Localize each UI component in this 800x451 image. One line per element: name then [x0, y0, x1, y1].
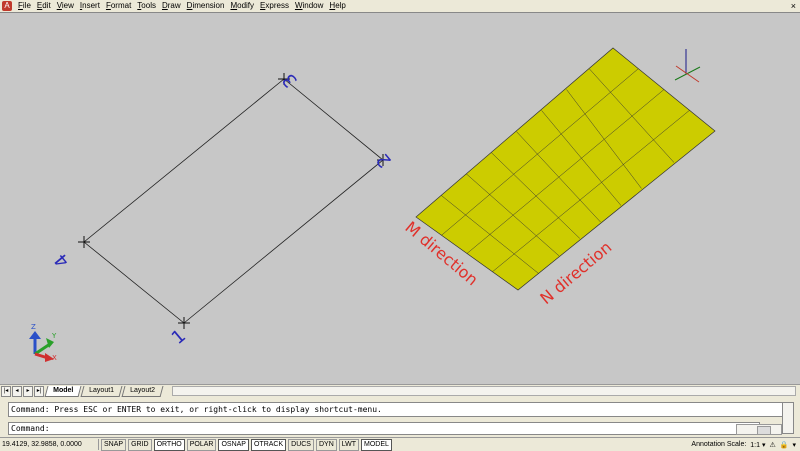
tab-layout1[interactable]: Layout1: [80, 385, 123, 397]
surface-mesh[interactable]: [415, 47, 716, 291]
close-icon[interactable]: ×: [791, 0, 796, 12]
point-marker-4: [78, 236, 90, 248]
annotation-visibility-icon[interactable]: ⚠: [769, 441, 775, 449]
grid-toggle[interactable]: GRID: [128, 438, 152, 451]
horizontal-scrollbar[interactable]: [172, 386, 796, 396]
autocad-app-icon[interactable]: A: [2, 1, 12, 11]
osnap-toggle[interactable]: OSNAP: [218, 438, 249, 451]
first-tab-button[interactable]: |◂: [1, 385, 11, 397]
surface-fill[interactable]: [415, 47, 716, 291]
tab-layout2[interactable]: Layout2: [121, 385, 164, 397]
menu-help[interactable]: Help: [326, 0, 348, 12]
tab-model-label: Model: [53, 386, 74, 394]
rectangle-outline[interactable]: [83, 78, 384, 324]
lock-icon[interactable]: 🔒: [780, 441, 789, 449]
scroll-thumb[interactable]: [757, 426, 771, 435]
snap-toggle[interactable]: SNAP: [101, 438, 127, 451]
menu-draw[interactable]: Draw: [159, 0, 184, 12]
last-tab-button[interactable]: ▸|: [34, 385, 44, 397]
ucs-z-label: Z: [31, 323, 36, 331]
drawing-viewport[interactable]: 1 2 3 4 M direction N direction Z Y X: [0, 12, 800, 385]
menu-view[interactable]: View: [54, 0, 77, 12]
menu-insert[interactable]: Insert: [77, 0, 103, 12]
point-label-1: 1: [168, 325, 190, 348]
annotation-scale: Annotation Scale: 1:1 ▾ ⚠ 🔒 ▾: [687, 441, 800, 449]
coordinate-readout: 19.4129, 32.9858, 0.0000: [0, 439, 99, 450]
prev-tab-button[interactable]: ◂: [12, 385, 22, 397]
tab-model[interactable]: Model: [44, 385, 82, 397]
menu-bar: A File Edit View Insert Format Tools Dra…: [0, 0, 800, 12]
next-tab-button[interactable]: ▸: [23, 385, 33, 397]
menu-tools[interactable]: Tools: [134, 0, 159, 12]
polar-toggle[interactable]: POLAR: [186, 438, 217, 451]
point-marker-1: [178, 317, 190, 329]
command-history: Command: Press ESC or ENTER to exit, or …: [8, 402, 788, 417]
model-toggle[interactable]: MODEL: [361, 438, 392, 451]
menu-format[interactable]: Format: [103, 0, 134, 12]
tab-layout2-label: Layout2: [130, 386, 156, 394]
lwt-toggle[interactable]: LWT: [338, 438, 360, 451]
tab-layout1-label: Layout1: [89, 386, 115, 394]
ortho-toggle[interactable]: ORTHO: [153, 438, 185, 451]
point-label-3: 3: [278, 69, 301, 91]
layout-tab-bar: |◂ ◂ ▸ ▸| Model Layout1 Layout2: [0, 384, 800, 397]
menu-edit[interactable]: Edit: [34, 0, 54, 12]
status-bar: 19.4129, 32.9858, 0.0000 SNAP GRID ORTHO…: [0, 437, 800, 451]
annotation-scale-label: Annotation Scale:: [691, 441, 747, 448]
ucs-y-label: Y: [51, 332, 57, 340]
menu-dimension[interactable]: Dimension: [184, 0, 228, 12]
ucs-icon: Z Y X: [29, 323, 57, 362]
tray-settings-icon[interactable]: ▾: [792, 441, 796, 449]
command-input[interactable]: Command:: [8, 422, 760, 435]
menu-file[interactable]: File: [15, 0, 34, 12]
point-label-2: 2: [372, 149, 395, 171]
command-scrollbar[interactable]: [782, 402, 794, 434]
point-label-4: 4: [50, 249, 73, 271]
dyn-toggle[interactable]: DYN: [315, 438, 337, 451]
point-markers: [78, 73, 389, 329]
ucs-x-label: X: [52, 354, 57, 362]
menu-express[interactable]: Express: [257, 0, 292, 12]
menu-modify[interactable]: Modify: [227, 0, 257, 12]
command-hscrollbar[interactable]: [736, 424, 782, 435]
annotation-scale-dropdown[interactable]: 1:1 ▾: [750, 441, 765, 449]
crosshair-cursor-icon: [674, 49, 701, 83]
drawing-canvas[interactable]: 1 2 3 4 M direction N direction Z Y X: [0, 13, 800, 385]
menu-window[interactable]: Window: [292, 0, 326, 12]
command-area: Command: Press ESC or ENTER to exit, or …: [0, 397, 800, 437]
ducs-toggle[interactable]: DUCS: [288, 438, 314, 451]
otrack-toggle[interactable]: OTRACK: [250, 438, 287, 451]
